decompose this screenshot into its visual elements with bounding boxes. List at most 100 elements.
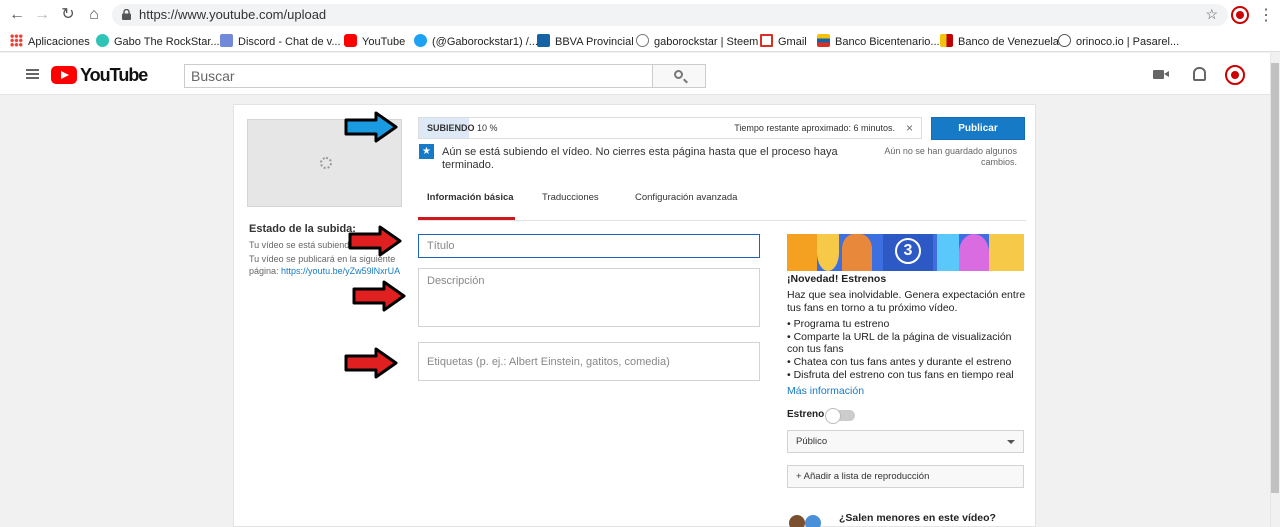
bookmark-item[interactable]: (@Gaborockstar1) /... xyxy=(414,34,538,48)
bookmark-item[interactable]: Discord - Chat de v... xyxy=(220,34,341,48)
lock-icon xyxy=(122,9,131,20)
youtube-header: YouTube xyxy=(0,53,1270,95)
banner-shape xyxy=(959,234,989,271)
bank-icon xyxy=(940,34,953,47)
bookmark-label: gaborockstar | Steem xyxy=(654,36,759,48)
annotation-arrow-red-icon xyxy=(344,347,398,379)
made-for-kids-title: ¿Salen menores en este vídeo? xyxy=(839,512,996,524)
bookmark-item[interactable]: gaborockstar | Steem xyxy=(636,34,758,48)
bookmark-item[interactable]: Banco Bicentenario... xyxy=(817,34,940,48)
list-item: • Comparte la URL de la página de visual… xyxy=(787,330,1012,356)
premiere-toggle[interactable] xyxy=(825,408,855,424)
loading-spinner-icon xyxy=(320,157,332,169)
home-icon[interactable]: ⌂ xyxy=(84,5,104,25)
more-info-link[interactable]: Más información xyxy=(787,385,864,397)
promo-description: Haz que sea inolvidable. Genera expectac… xyxy=(787,289,1026,314)
logo-text: YouTube xyxy=(80,64,148,85)
cancel-upload-icon[interactable]: × xyxy=(906,121,913,135)
privacy-select[interactable]: Público xyxy=(787,430,1024,453)
title-input[interactable] xyxy=(418,234,760,258)
tab-translations[interactable]: Traducciones xyxy=(542,192,599,203)
bookmark-label: Aplicaciones xyxy=(28,36,90,48)
scrollbar-thumb[interactable] xyxy=(1271,63,1279,493)
annotation-arrow-red-icon xyxy=(348,225,402,257)
promo-title: ¡Novedad! Estrenos xyxy=(787,273,887,285)
time-remaining: Tiempo restante aproximado: 6 minutos. xyxy=(734,123,895,133)
bookmark-star-icon[interactable]: ☆ xyxy=(1205,6,1218,23)
bookmark-label: BBVA Provincial xyxy=(555,36,634,48)
unsaved-changes-text: Aún no se han guardado algunos cambios. xyxy=(884,146,1017,167)
bookmark-item[interactable]: BBVA Provincial xyxy=(537,34,634,48)
discord-icon xyxy=(220,34,233,47)
hamburger-menu-icon[interactable] xyxy=(26,69,39,79)
list-item: • Programa tu estreno xyxy=(787,318,890,330)
youtube-icon xyxy=(344,34,357,47)
countdown-badge: 3 xyxy=(895,238,921,264)
privacy-value: Público xyxy=(796,436,828,447)
upload-notice: Aún se está subiendo el vídeo. No cierre… xyxy=(442,146,838,171)
bookmarks-bar: Aplicaciones Gabo The RockStar... Discor… xyxy=(0,30,1280,52)
premiere-label: Estreno xyxy=(787,409,825,420)
bookmark-label: Banco de Venezuela xyxy=(958,36,1059,48)
globe-icon xyxy=(1058,34,1071,47)
bookmark-item[interactable]: Gabo The RockStar... xyxy=(96,34,220,48)
flag-icon xyxy=(817,34,830,47)
bookmark-label: Gmail xyxy=(778,36,807,48)
gmail-icon xyxy=(760,34,773,47)
banner-shape xyxy=(787,234,817,271)
account-avatar[interactable] xyxy=(1225,65,1245,85)
reload-icon[interactable]: ↻ xyxy=(58,5,78,25)
tags-input[interactable] xyxy=(418,342,760,381)
notifications-bell-icon[interactable] xyxy=(1193,67,1206,81)
search-icon xyxy=(674,70,683,79)
bookmark-item[interactable]: orinoco.io | Pasarel... xyxy=(1058,34,1179,48)
bookmark-item[interactable]: Gmail xyxy=(760,34,807,48)
search-input[interactable] xyxy=(184,64,653,88)
banner-shape xyxy=(842,234,872,271)
progress-label: SUBIENDO 10 % xyxy=(427,123,498,133)
back-icon[interactable]: ← xyxy=(7,5,27,25)
globe-icon xyxy=(636,34,649,47)
description-input[interactable] xyxy=(418,268,760,327)
forward-icon[interactable]: → xyxy=(32,5,52,25)
favicon-icon xyxy=(96,34,109,47)
upload-progress-bar: SUBIENDO 10 % Tiempo restante aproximado… xyxy=(418,117,922,139)
bookmark-label: Discord - Chat de v... xyxy=(238,36,341,48)
publish-button[interactable]: Publicar xyxy=(931,117,1025,140)
star-icon: ★ xyxy=(419,144,434,159)
address-bar[interactable]: https://www.youtube.com/upload ☆ xyxy=(112,4,1228,26)
chrome-menu-icon[interactable]: ⋮ xyxy=(1258,5,1274,25)
page-scrollbar[interactable] xyxy=(1270,53,1280,527)
list-item: • Disfruta del estreno con tus fans en t… xyxy=(787,368,1014,381)
upload-card: Estado de la subida: Tu vídeo se está su… xyxy=(233,104,1036,527)
upload-video-icon[interactable] xyxy=(1153,70,1169,79)
youtube-logo[interactable]: YouTube xyxy=(51,64,148,85)
bookmark-item[interactable]: Aplicaciones xyxy=(10,34,90,48)
address-url: https://www.youtube.com/upload xyxy=(139,7,327,22)
tab-basic-info[interactable]: Información básica xyxy=(427,192,514,203)
bookmark-item[interactable]: Banco de Venezuela xyxy=(940,34,1059,48)
profile-avatar[interactable] xyxy=(1231,6,1249,24)
bookmark-label: Gabo The RockStar... xyxy=(114,36,220,48)
video-link[interactable]: https://youtu.be/yZw59lNxrUA xyxy=(281,266,400,276)
annotation-arrow-red-icon xyxy=(352,280,406,312)
twitter-icon xyxy=(414,34,427,47)
browser-toolbar: ← → ↻ ⌂ https://www.youtube.com/upload ☆… xyxy=(0,0,1280,30)
chevron-down-icon xyxy=(1007,440,1015,444)
kids-illustration-icon xyxy=(787,513,824,527)
bookmark-item[interactable]: YouTube xyxy=(344,34,405,48)
premieres-banner-image: 3 xyxy=(787,234,1024,271)
bookmark-label: Banco Bicentenario... xyxy=(835,36,940,48)
search-button[interactable] xyxy=(652,64,706,88)
upload-status-title: Estado de la subida: xyxy=(249,223,356,235)
list-item: • Chatea con tus fans antes y durante el… xyxy=(787,356,1012,369)
bookmark-label: YouTube xyxy=(362,36,406,48)
promo-feature-list: • Programa tu estreno • Comparte la URL … xyxy=(787,318,1027,382)
tab-advanced-settings[interactable]: Configuración avanzada xyxy=(635,192,737,203)
bookmark-label: orinoco.io | Pasarel... xyxy=(1076,36,1180,48)
banner-shape xyxy=(989,234,1024,271)
annotation-arrow-blue-icon xyxy=(344,111,398,143)
banner-shape xyxy=(817,234,839,271)
add-to-playlist-button[interactable]: + Añadir a lista de reproducción xyxy=(787,465,1024,488)
bbva-icon xyxy=(537,34,550,47)
